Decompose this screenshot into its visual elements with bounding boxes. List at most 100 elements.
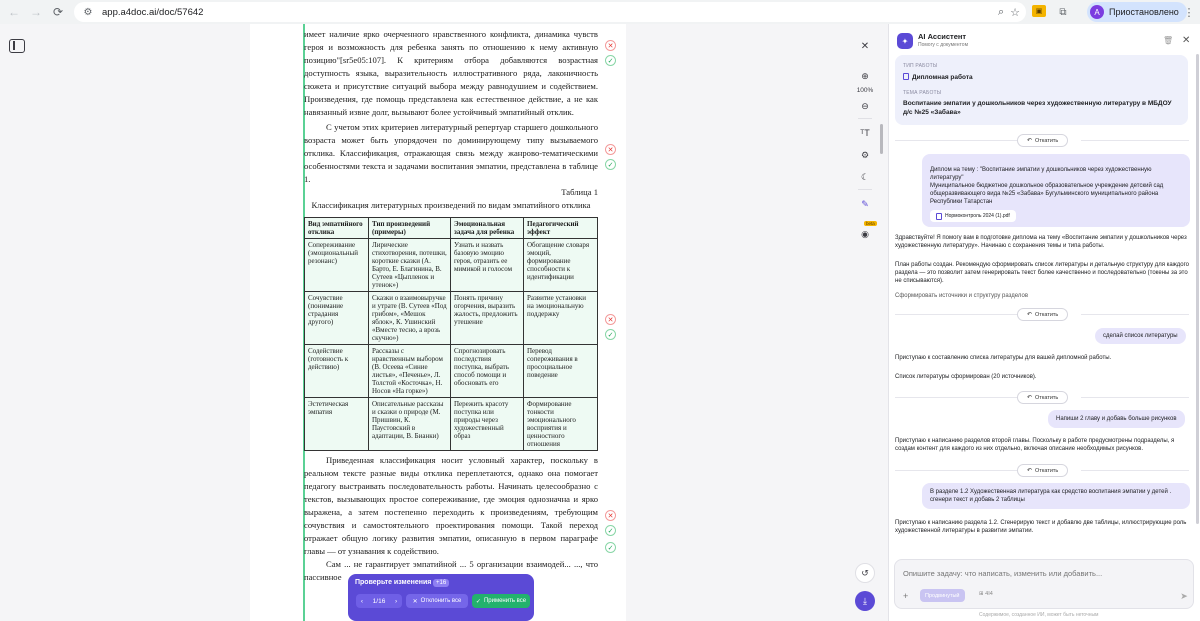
document-page[interactable]: имеет наличие ярко очерченного нравствен…	[250, 24, 626, 621]
divider	[1081, 140, 1189, 141]
revert-button[interactable]: ↶ Откатить	[1017, 464, 1069, 477]
chat-input[interactable]	[903, 569, 1183, 578]
chat-scrollbar[interactable]	[1196, 54, 1199, 524]
accept-change-icon[interactable]: ✓	[605, 329, 616, 340]
table-cell[interactable]: Описательные рассказы и сказки о природе…	[368, 397, 451, 451]
bookmark-star-icon[interactable]: ☆	[1010, 6, 1020, 19]
accept-change-icon[interactable]: ✓	[605, 525, 616, 536]
table-header-cell[interactable]: Эмоциональная задача для ребенка	[450, 217, 524, 239]
model-chip[interactable]: ⊞ 4I4	[979, 591, 993, 597]
table-cell[interactable]: Сопереживание (эмоциональный резонанс)	[304, 238, 369, 292]
zoom-in-icon[interactable]: ⊕	[856, 68, 874, 84]
review-title: Проверьте изменения	[355, 579, 432, 586]
change-pager[interactable]: ‹ 1/16 ›	[356, 594, 402, 608]
assistant-message: План работы создан. Рекомендую сформиров…	[895, 262, 1189, 284]
address-bar[interactable]: ⚙ app.a4doc.ai/doc/57642 ⌕ ☆	[74, 2, 1026, 22]
table-cell[interactable]: Сказки о взаимовыручке и утрате (В. Суте…	[368, 291, 451, 345]
accept-change-icon[interactable]: ✓	[605, 55, 616, 66]
back-icon[interactable]: ←	[2, 0, 26, 24]
table-cell[interactable]: Рассказы с нравственным выбором (В. Осее…	[368, 344, 451, 398]
accept-change-icon[interactable]: ✓	[605, 542, 616, 553]
table-title[interactable]: Классификация литературных произведений …	[304, 199, 598, 212]
reload-icon[interactable]: ⟳	[46, 0, 70, 24]
table-header-cell[interactable]: Педагогический эффект	[523, 217, 598, 239]
assistant-message: Список литературы сформирован (20 источн…	[895, 374, 1037, 380]
reject-change-icon[interactable]: ✕	[605, 40, 616, 51]
paragraph[interactable]: имеет наличие ярко очерченного нравствен…	[304, 28, 598, 119]
close-icon[interactable]: ✕	[856, 38, 874, 54]
table-cell[interactable]: Развитие установки на эмоциональную подд…	[523, 291, 598, 345]
url-text[interactable]: app.a4doc.ai/doc/57642	[102, 7, 203, 18]
table-number[interactable]: Таблица 1	[304, 186, 598, 199]
suggestion-link[interactable]: Сформировать источники и структуру разде…	[895, 292, 1191, 300]
user-message: Напиши 2 главу и добавь больше рисунков	[1048, 410, 1185, 428]
extension-icon[interactable]: ▣	[1032, 5, 1046, 17]
send-icon[interactable]: ➤	[1177, 589, 1191, 603]
work-info-card: ТИП РАБОТЫ Дипломная работа ТЕМА РАБОТЫ …	[895, 55, 1188, 125]
extensions-puzzle-icon[interactable]: ⧉	[1054, 3, 1072, 21]
forward-icon[interactable]: →	[24, 0, 48, 24]
divider	[858, 189, 872, 190]
revert-button[interactable]: ↶ Откатить	[1017, 308, 1069, 321]
dark-mode-moon-icon[interactable]: ☾	[856, 169, 874, 185]
download-icon[interactable]: ⤓	[855, 591, 875, 611]
table-cell[interactable]: Сочувствие (понимание страдания другого)	[304, 291, 369, 345]
eye-icon[interactable]: ◉	[856, 226, 874, 242]
table-cell[interactable]: Понять причину огорчения, выразить жалос…	[450, 291, 524, 345]
paragraph[interactable]: С учетом этих критериев литературный реп…	[304, 121, 598, 186]
classification-table[interactable]: Вид эмпатийного отклика Тип произведений…	[304, 217, 598, 451]
reject-change-icon[interactable]: ✕	[605, 510, 616, 521]
document-icon	[903, 73, 909, 80]
divider	[895, 397, 1020, 398]
table-cell[interactable]: Спрогнозировать последствия поступка, вы…	[450, 344, 524, 398]
table-header-cell[interactable]: Вид эмпатийного отклика	[304, 217, 369, 239]
divider	[858, 118, 872, 119]
attachment-chip[interactable]: Нормоконтроль 2024 (1).pdf	[930, 210, 1016, 222]
accept-all-button[interactable]: ✓ Применить все	[472, 594, 530, 608]
chevron-down-icon[interactable]: ›	[395, 598, 397, 605]
divider	[895, 140, 1020, 141]
pdf-file-icon	[936, 212, 942, 220]
reject-change-icon[interactable]: ✕	[605, 144, 616, 155]
divider	[1081, 397, 1189, 398]
document-scrollbar-thumb[interactable]	[880, 124, 883, 154]
document-body[interactable]: имеет наличие ярко очерченного нравствен…	[304, 28, 598, 584]
table-cell[interactable]: Пережить красоту поступка или природы че…	[450, 397, 524, 451]
menu-kebab-icon[interactable]: ⋮	[1180, 3, 1198, 21]
close-icon[interactable]: ✕	[1182, 35, 1190, 46]
plus-icon[interactable]: +	[903, 591, 908, 601]
highlighter-icon[interactable]: ✎	[856, 196, 874, 212]
zoom-out-icon[interactable]: ⊖	[856, 98, 874, 114]
advanced-mode-button[interactable]: Продвинутый	[920, 589, 965, 602]
trash-icon[interactable]: 🗑	[1163, 36, 1173, 45]
table-cell[interactable]: Обогащение словаря эмоций, формирование …	[523, 238, 598, 292]
chevron-up-icon[interactable]: ‹	[361, 598, 363, 605]
divider	[1081, 314, 1189, 315]
settings-icon[interactable]: ⚙	[856, 147, 874, 163]
accept-change-icon[interactable]: ✓	[605, 159, 616, 170]
revert-button[interactable]: ↶ Откатить	[1017, 391, 1069, 404]
profile-button[interactable]: А Приостановлено	[1087, 2, 1187, 22]
sidebar-toggle-icon[interactable]	[9, 39, 25, 53]
paragraph[interactable]: Приведенная классификация носит условный…	[304, 454, 598, 558]
work-topic-value: Воспитание эмпатии у дошкольников через …	[903, 100, 1172, 116]
table-cell[interactable]: Содействие (готовность к действию)	[304, 344, 369, 398]
chat-input-box[interactable]: + Продвинутый ⊞ 4I4 ➤	[894, 559, 1194, 609]
table-cell[interactable]: Эстетическая эмпатия	[304, 397, 369, 451]
user-message: Диплом на тему : "Воспитание эмпатии у д…	[922, 154, 1190, 227]
zoom-lens-icon[interactable]: ⌕	[998, 6, 1004, 19]
text-format-icon[interactable]: ᵀT	[856, 125, 874, 141]
history-icon[interactable]: ↺	[855, 563, 875, 583]
table-cell[interactable]: Перевод сопереживания в просоциальное по…	[523, 344, 598, 398]
table-cell[interactable]: Узнать и назвать базовую эмоцию героя, о…	[450, 238, 524, 292]
profile-status: Приостановлено	[1109, 7, 1179, 17]
table-cell[interactable]: Формирование тонкости эмоционального вос…	[523, 397, 598, 451]
revert-button[interactable]: ↶ Откатить	[1017, 134, 1069, 147]
reject-all-button[interactable]: ✕ Отклонить все	[406, 594, 468, 608]
reject-change-icon[interactable]: ✕	[605, 314, 616, 325]
table-cell[interactable]: Лирические стихотворения, потешки, корот…	[368, 238, 451, 292]
pager-text: 1/16	[372, 597, 386, 605]
table-header-cell[interactable]: Тип произведений (примеры)	[368, 217, 451, 239]
disclaimer-note: Содержимое, созданное ИИ, может быть нет…	[979, 612, 1099, 618]
site-info-icon[interactable]: ⚙	[80, 4, 96, 20]
